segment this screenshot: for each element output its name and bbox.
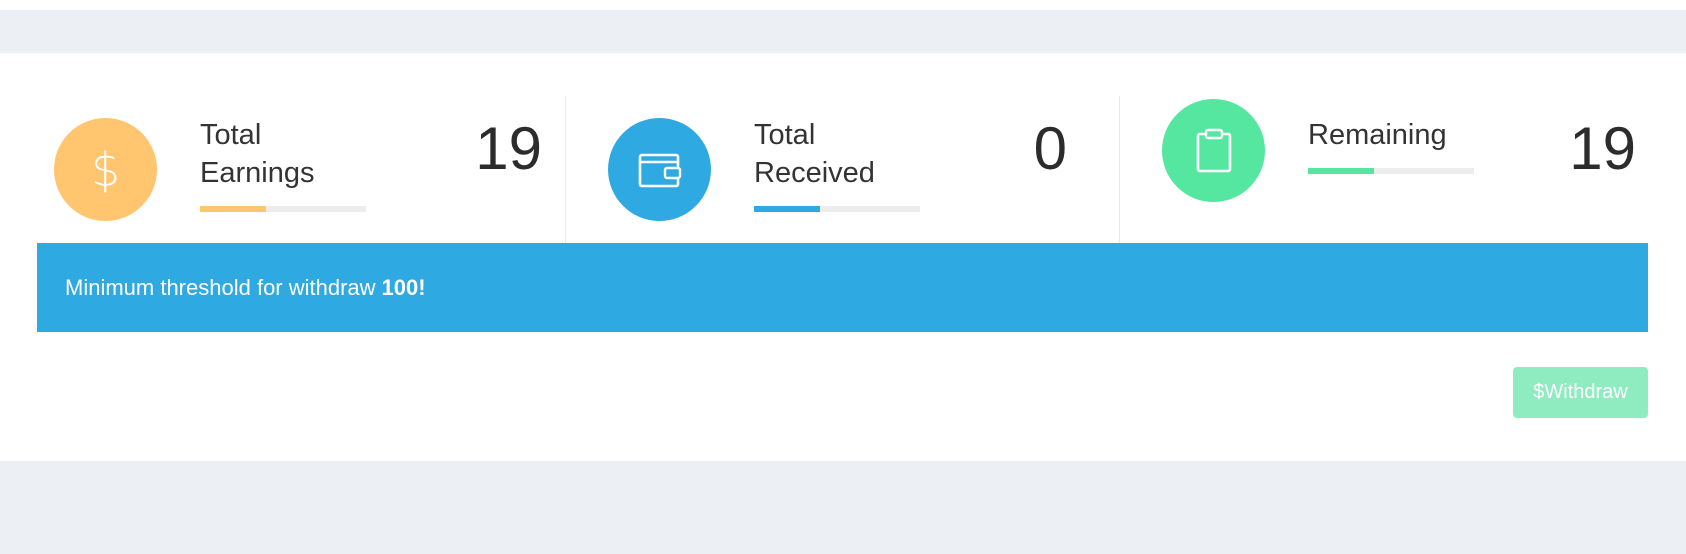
card-divider — [1119, 96, 1120, 246]
total-earnings-progress-fill — [200, 206, 267, 212]
total-received-progress-fill — [754, 206, 821, 212]
earnings-panel: $ Total Earnings 19 Total Received 0 Rem… — [0, 53, 1686, 461]
remaining-progress — [1308, 168, 1474, 174]
top-strip — [0, 0, 1686, 10]
wallet-icon — [638, 153, 681, 187]
total-received-icon-circle — [608, 118, 711, 221]
total-received-progress — [754, 206, 920, 212]
total-received-label: Total Received — [754, 119, 875, 189]
remaining-icon-circle — [1162, 99, 1265, 202]
total-earnings-progress — [200, 206, 366, 212]
remaining-progress-fill — [1308, 168, 1375, 174]
remaining-label: Remaining — [1308, 119, 1447, 151]
alert-text: Minimum threshold for withdraw — [65, 274, 376, 300]
withdraw-threshold-alert: Minimum threshold for withdraw 100! — [37, 243, 1648, 332]
total-earnings-value: 19 — [475, 115, 542, 182]
total-earnings-icon-circle: $ — [54, 118, 157, 221]
remaining-value: 19 — [1569, 115, 1636, 182]
alert-amount: 100! — [381, 274, 426, 300]
card-divider — [565, 96, 566, 246]
dollar-icon: $ — [90, 142, 121, 197]
total-received-value: 0 — [1033, 115, 1067, 182]
withdraw-button[interactable]: $Withdraw — [1513, 367, 1648, 418]
total-earnings-label: Total Earnings — [200, 119, 315, 189]
clipboard-icon — [1196, 128, 1231, 172]
